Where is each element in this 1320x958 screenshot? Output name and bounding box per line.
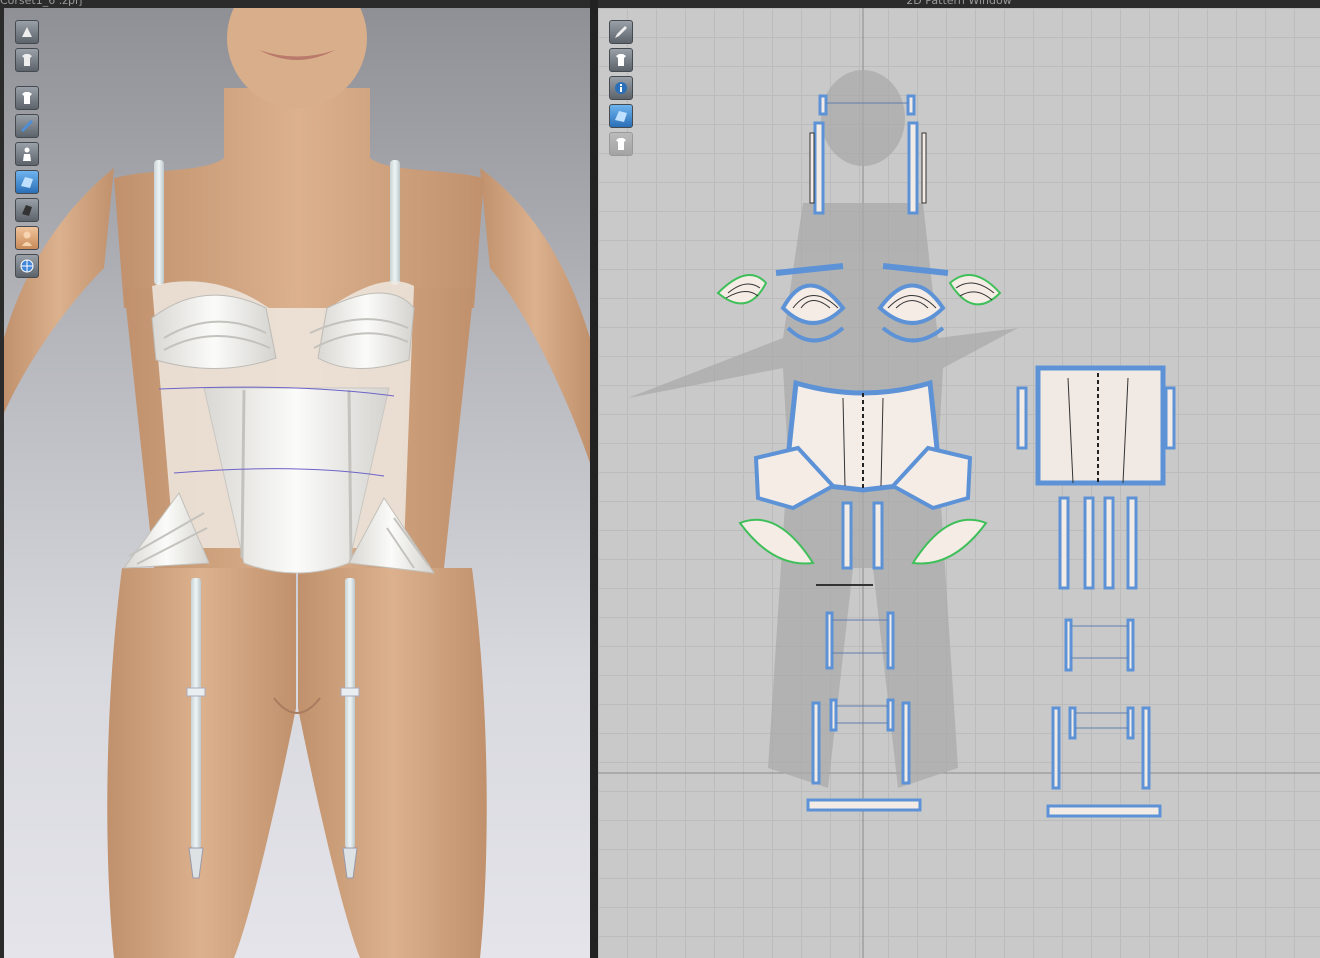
pen-edit-icon[interactable] xyxy=(609,20,633,44)
back-corset-pattern xyxy=(1016,365,1176,590)
show-avatar-icon[interactable] xyxy=(15,142,39,166)
thickness-icon[interactable] xyxy=(15,198,39,222)
show-garment-2d-icon[interactable] xyxy=(609,48,633,72)
texture-2d-icon[interactable] xyxy=(609,104,633,128)
pattern-window-title: 2D Pattern Window xyxy=(906,0,1012,7)
viewport-3d-title: Corset1_6 .zprj xyxy=(0,0,83,7)
pattern-window[interactable] xyxy=(598,8,1320,958)
viewport-3d[interactable] xyxy=(4,8,591,958)
avatar-with-corset xyxy=(4,8,590,958)
show-pins-icon[interactable] xyxy=(15,86,39,110)
show-garment-icon[interactable] xyxy=(15,48,39,72)
info-icon[interactable] xyxy=(609,76,633,100)
3d-garment-icon[interactable] xyxy=(15,20,39,44)
lock-garment-icon[interactable] xyxy=(609,132,633,156)
skin-avatar-icon[interactable] xyxy=(15,226,39,250)
texture-view-icon[interactable] xyxy=(15,170,39,194)
pane-divider[interactable] xyxy=(590,0,598,958)
garter-patterns xyxy=(806,611,1162,818)
globe-environment-icon[interactable] xyxy=(15,254,39,278)
show-strain-icon[interactable] xyxy=(15,114,39,138)
pattern-canvas xyxy=(598,8,1320,958)
